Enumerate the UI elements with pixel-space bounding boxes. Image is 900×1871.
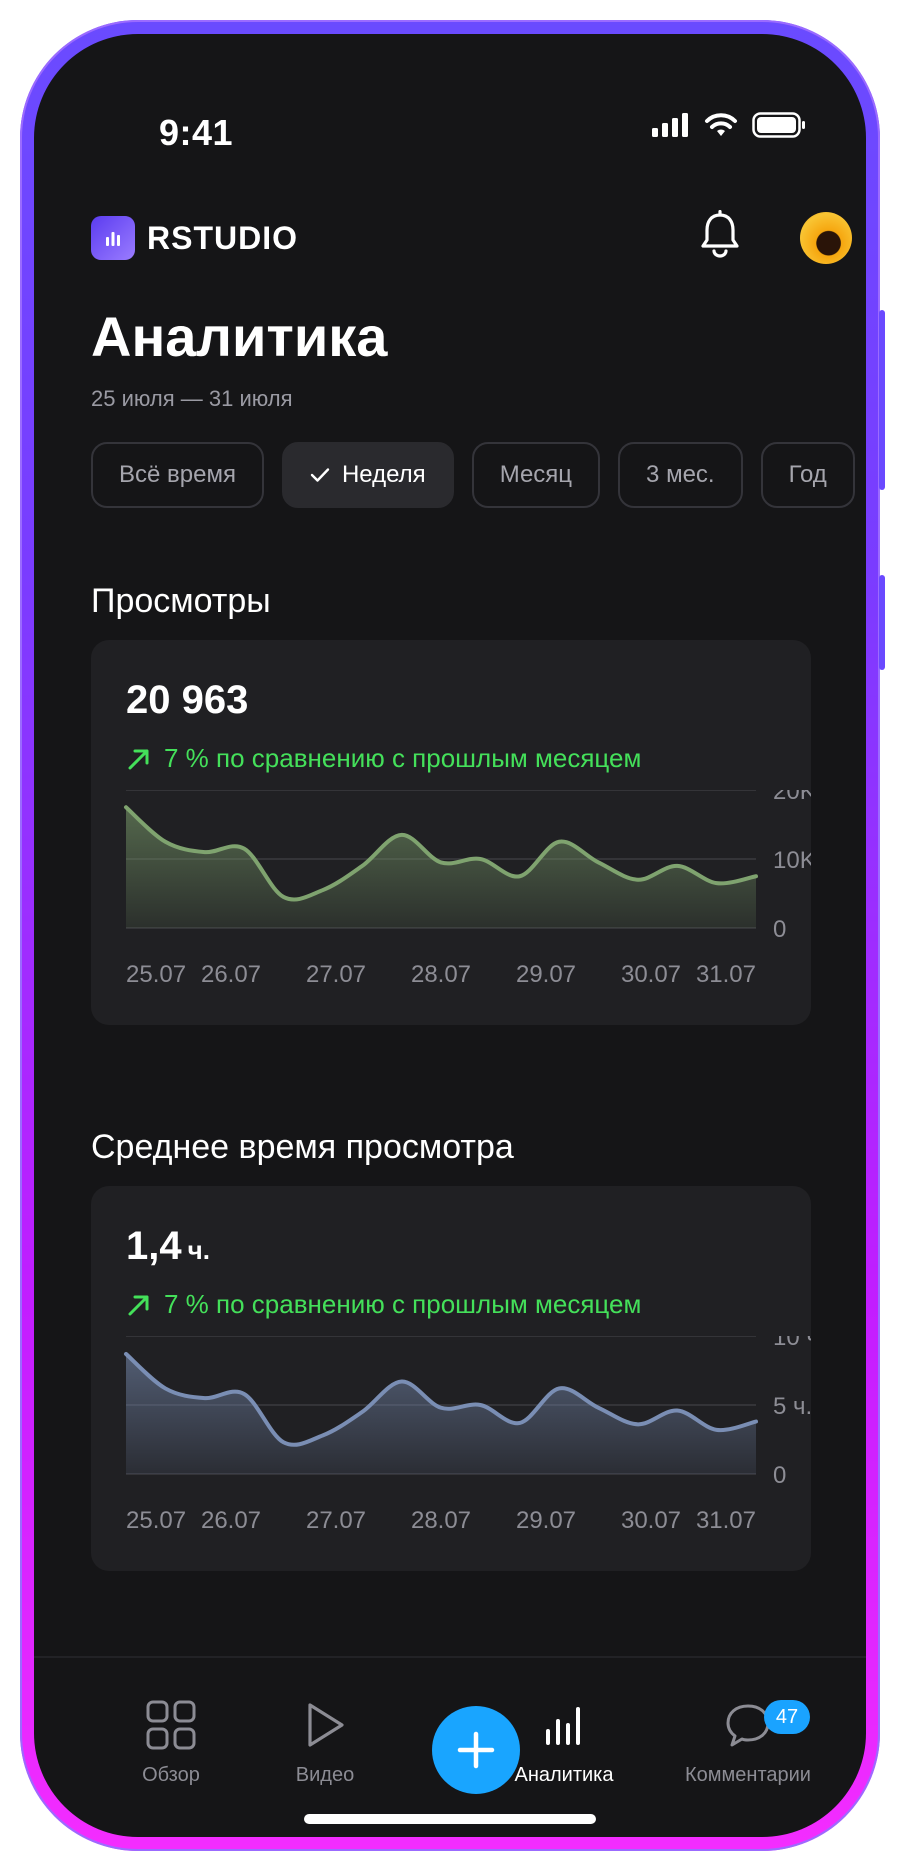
filter-year[interactable]: Год <box>760 442 855 508</box>
views-card: 20 963 7 % по сравнению с прошлым месяце… <box>91 640 811 1025</box>
filter-all-time[interactable]: Всё время <box>91 442 264 508</box>
x-tick-label: 28.07 <box>411 1507 471 1534</box>
wifi-icon <box>705 113 737 136</box>
app-screen: 9:41 RSTUDIO Аналитика 25 июля — 31 июля… <box>34 34 866 1837</box>
phone-side-button <box>879 310 885 490</box>
watch-time-card: 1,4 ч. 7 % по сравнению с прошлым месяцем… <box>91 1186 811 1571</box>
nav-divider <box>34 1656 866 1658</box>
filter-label: Всё время <box>119 461 236 488</box>
views-section-title: Просмотры <box>91 582 271 620</box>
period-filters: Всё время Неделя Месяц 3 мес. Год <box>91 442 855 508</box>
watch-time-number: 1,4 <box>126 1224 182 1268</box>
x-tick-label: 29.07 <box>516 961 576 988</box>
watch-time-value: 1,4 ч. <box>126 1224 210 1269</box>
bar-chart-icon <box>91 216 135 260</box>
delta-text: 7 % по сравнению с прошлым месяцем <box>164 1289 642 1319</box>
bell-icon[interactable] <box>699 210 741 258</box>
avatar[interactable] <box>800 212 852 264</box>
phone-frame: 9:41 RSTUDIO Аналитика 25 июля — 31 июля… <box>20 20 885 1851</box>
x-tick-label: 25.07 <box>126 1507 186 1534</box>
views-delta: 7 % по сравнению с прошлым месяцем <box>126 743 641 774</box>
check-icon <box>310 468 330 482</box>
nav-video[interactable]: Видео <box>250 1694 400 1787</box>
page-title: Аналитика <box>91 305 388 368</box>
status-icons <box>652 112 806 138</box>
battery-icon <box>752 112 805 138</box>
watch-time-chart: 10 ч. 5 ч. 0 25.07 26.07 27.07 28.07 29.07 30.07… <box>124 1336 811 1534</box>
comments-badge: 47 <box>764 1700 810 1734</box>
nav-label: Видео <box>295 1764 355 1786</box>
brand-logo[interactable]: RSTUDIO <box>91 216 298 260</box>
area-fill <box>126 807 756 928</box>
y-tick-label: 10 ч. <box>773 1336 811 1351</box>
brand-name: RSTUDIO <box>147 219 298 256</box>
x-tick-label: 26.07 <box>201 961 261 988</box>
x-tick-label: 26.07 <box>201 1507 261 1534</box>
nav-label: Аналитика <box>514 1764 614 1786</box>
y-tick-label: 10K <box>773 847 811 874</box>
x-tick-label: 28.07 <box>411 961 471 988</box>
nav-label: Комментарии <box>685 1764 811 1786</box>
watch-time-unit: ч. <box>187 1235 210 1265</box>
views-chart: 20K 10K 0 25.07 26.07 27.07 28.07 29.07 30.07 31.… <box>124 790 811 988</box>
filter-month[interactable]: Месяц <box>471 442 601 508</box>
x-tick-label: 30.07 <box>621 1507 681 1534</box>
signal-icon <box>652 113 688 137</box>
y-tick-label: 20K <box>773 790 811 805</box>
delta-text: 7 % по сравнению с прошлым месяцем <box>164 743 642 773</box>
y-tick-label: 0 <box>773 1462 786 1489</box>
nav-label: Обзор <box>142 1764 200 1786</box>
x-tick-label: 30.07 <box>621 961 681 988</box>
watch-time-section-title: Среднее время просмотра <box>91 1128 514 1166</box>
x-tick-label: 29.07 <box>516 1507 576 1534</box>
filter-label: 3 мес. <box>646 461 715 488</box>
filter-label: Месяц <box>499 461 573 488</box>
nav-overview[interactable]: Обзор <box>96 1694 246 1787</box>
y-tick-label: 5 ч. <box>773 1393 811 1420</box>
phone-side-button <box>879 575 885 670</box>
play-icon <box>308 1703 344 1747</box>
home-indicator[interactable] <box>304 1814 596 1824</box>
filter-3-months[interactable]: 3 мес. <box>618 442 743 508</box>
views-number: 20 963 <box>126 678 249 722</box>
x-tick-label: 27.07 <box>306 1507 366 1534</box>
nav-analytics[interactable]: Аналитика <box>489 1694 639 1787</box>
bar-chart-icon <box>546 1707 580 1745</box>
status-time: 9:41 <box>159 112 234 153</box>
y-tick-label: 0 <box>773 916 786 943</box>
filter-week[interactable]: Неделя <box>281 442 454 508</box>
x-tick-label: 27.07 <box>306 961 366 988</box>
watch-time-delta: 7 % по сравнению с прошлым месяцем <box>126 1289 641 1320</box>
x-tick-label: 25.07 <box>126 961 186 988</box>
grid-icon <box>146 1700 196 1750</box>
date-range: 25 июля — 31 июля <box>91 386 293 411</box>
x-tick-label: 31.07 <box>696 961 756 988</box>
x-tick-label: 31.07 <box>696 1507 756 1534</box>
trend-up-icon <box>128 1295 149 1315</box>
nav-comments[interactable]: Комментарии <box>658 1694 838 1787</box>
filter-label: Год <box>788 461 827 488</box>
filter-label: Неделя <box>341 461 426 488</box>
views-value: 20 963 <box>126 678 248 723</box>
trend-up-icon <box>128 749 149 769</box>
